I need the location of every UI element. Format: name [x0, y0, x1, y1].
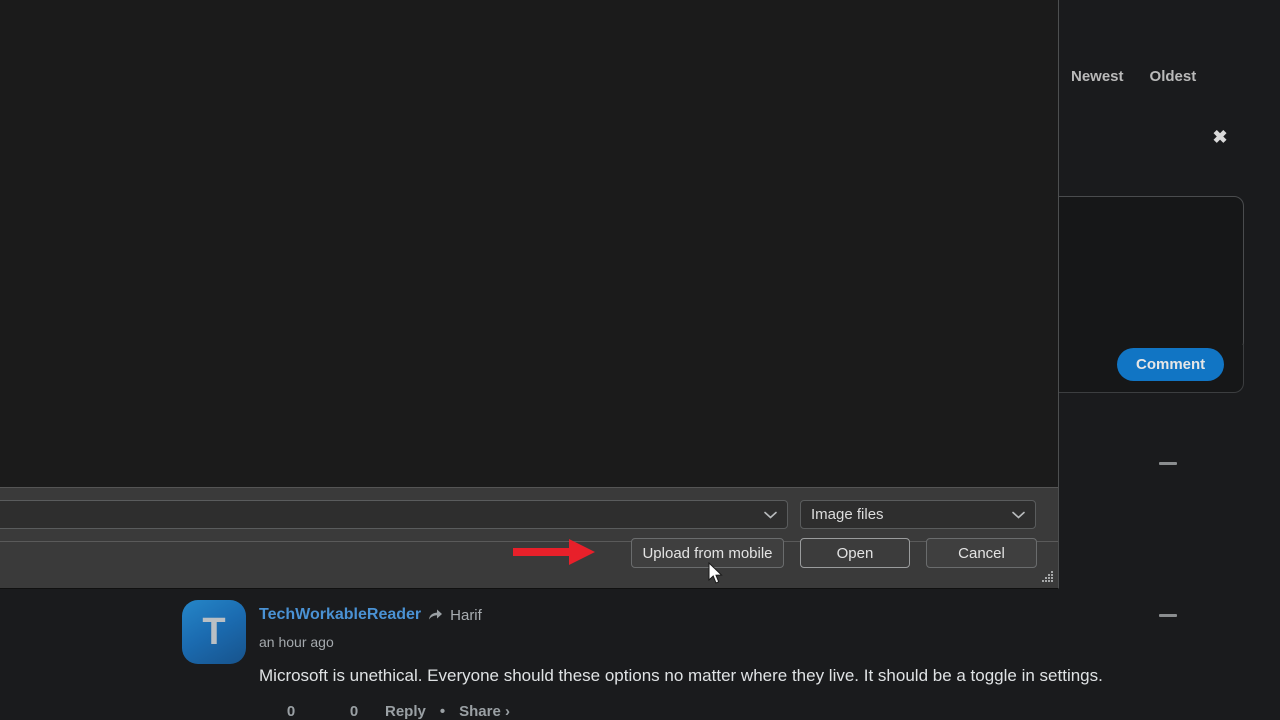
collapse-thread-icon[interactable]: [1159, 614, 1177, 617]
chevron-down-icon: [1012, 509, 1025, 521]
open-button[interactable]: Open: [800, 538, 910, 568]
sort-option-oldest[interactable]: Oldest: [1150, 68, 1197, 85]
sort-option-newest[interactable]: Newest: [1071, 68, 1124, 85]
share-button[interactable]: Share ›: [459, 703, 510, 719]
upload-from-mobile-button[interactable]: Upload from mobile: [631, 538, 784, 568]
comment-timestamp: an hour ago: [259, 634, 334, 650]
filename-combo[interactable]: [0, 500, 788, 529]
file-filter-value: Image files: [811, 506, 884, 523]
comment-parent-author[interactable]: Harif: [450, 607, 482, 624]
comment-actions: 0 0 Reply • Share ›: [259, 703, 524, 719]
comment-composer-input[interactable]: [1028, 196, 1244, 352]
avatar[interactable]: T: [182, 600, 246, 664]
submit-comment-button[interactable]: Comment: [1117, 348, 1224, 381]
file-list-area[interactable]: [0, 0, 1058, 487]
reply-button[interactable]: Reply: [385, 703, 426, 719]
downvote-count[interactable]: 0: [323, 703, 385, 719]
comment-author-link[interactable]: TechWorkableReader: [259, 606, 421, 624]
cancel-button[interactable]: Cancel: [926, 538, 1037, 568]
comment-sort-bar: t Newest Oldest: [1040, 68, 1196, 85]
file-chooser-dialog: Image files Upload from mobile Open Canc…: [0, 0, 1059, 589]
reply-arrow-icon: [428, 608, 443, 622]
comment-header: TechWorkableReader Harif: [259, 606, 482, 624]
file-filter-combo[interactable]: Image files: [800, 500, 1036, 529]
comment-body: Microsoft is unethical. Everyone should …: [259, 664, 1103, 688]
chevron-down-icon: [764, 509, 777, 521]
resize-grip[interactable]: [1042, 571, 1054, 583]
upvote-count[interactable]: 0: [259, 703, 323, 719]
collapse-thread-icon[interactable]: [1159, 462, 1177, 465]
action-separator: •: [440, 703, 445, 719]
close-icon[interactable]: ✖: [1210, 127, 1230, 147]
